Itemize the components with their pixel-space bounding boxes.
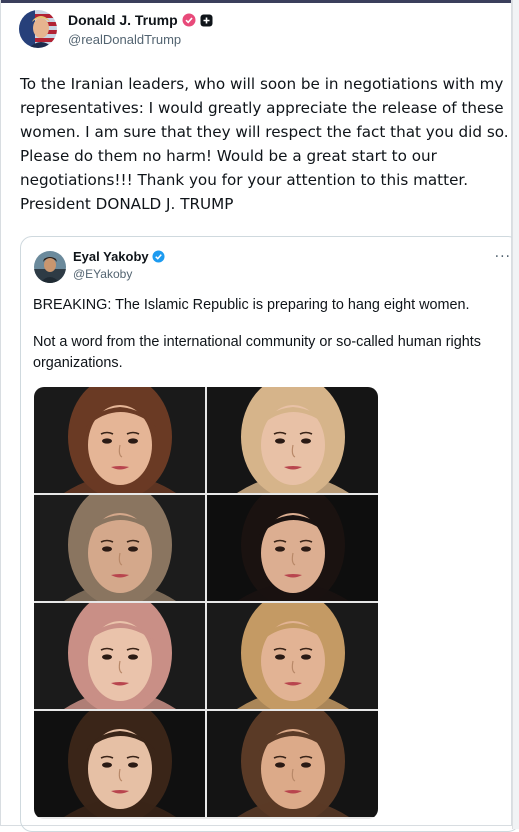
author-avatar[interactable]: [19, 10, 57, 48]
right-scroll-edge: [512, 0, 519, 829]
quoted-author-name[interactable]: Eyal Yakoby: [73, 249, 149, 264]
author-handle[interactable]: @realDonaldTrump: [68, 32, 181, 47]
quoted-text: BREAKING: The Islamic Republic is prepar…: [33, 295, 509, 390]
quoted-paragraph-2: Not a word from the international commun…: [33, 334, 481, 371]
more-options-icon[interactable]: ···: [495, 249, 511, 265]
quoted-paragraph-1: BREAKING: The Islamic Republic is prepar…: [33, 297, 470, 313]
portrait-photo[interactable]: [34, 495, 205, 601]
portrait-photo[interactable]: [34, 711, 205, 817]
portrait-photo[interactable]: [207, 711, 378, 817]
portrait-photo[interactable]: [207, 495, 378, 601]
portrait-photo[interactable]: [34, 387, 205, 493]
plus-badge-icon: [200, 14, 213, 26]
quoted-author-avatar[interactable]: [34, 251, 66, 283]
post-text: To the Iranian leaders, who will soon be…: [20, 75, 509, 213]
photo-grid[interactable]: [34, 387, 378, 819]
portrait-photo[interactable]: [34, 603, 205, 709]
verified-blue-icon: [152, 250, 165, 263]
author-name[interactable]: Donald J. Trump: [68, 12, 178, 28]
verified-pink-icon: [182, 13, 196, 27]
author-name-row: Donald J. Trump: [68, 12, 213, 28]
portrait-photo[interactable]: [207, 603, 378, 709]
post-card: Donald J. Trump @realDonaldTrump To the …: [0, 0, 519, 832]
quoted-name-row: Eyal Yakoby: [73, 249, 165, 264]
quoted-post[interactable]: Eyal Yakoby @EYakoby ··· BREAKING: The I…: [20, 236, 519, 832]
quoted-author-handle[interactable]: @EYakoby: [73, 267, 132, 281]
portrait-photo[interactable]: [207, 387, 378, 493]
